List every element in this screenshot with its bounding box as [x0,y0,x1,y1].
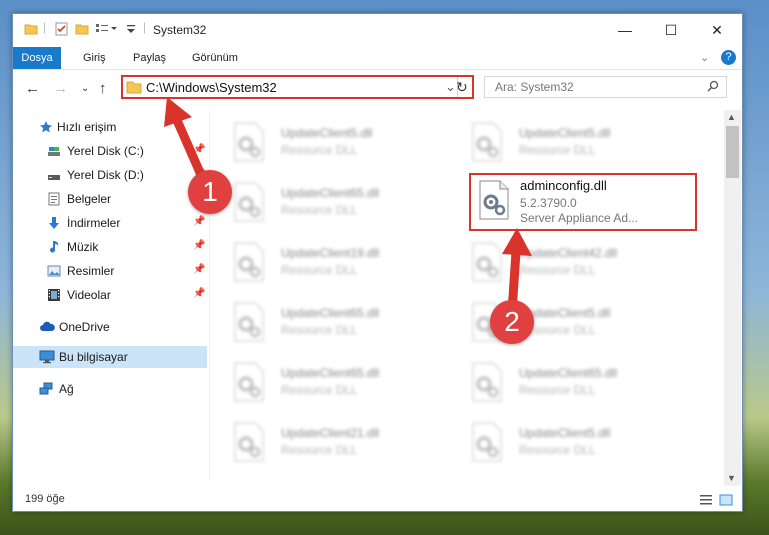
annotation-arrows [164,97,532,317]
step-badge-2: 2 [490,300,534,344]
arrow-2 [502,228,532,317]
arrow-1 [164,97,210,189]
step-badge-1: 1 [188,170,232,214]
